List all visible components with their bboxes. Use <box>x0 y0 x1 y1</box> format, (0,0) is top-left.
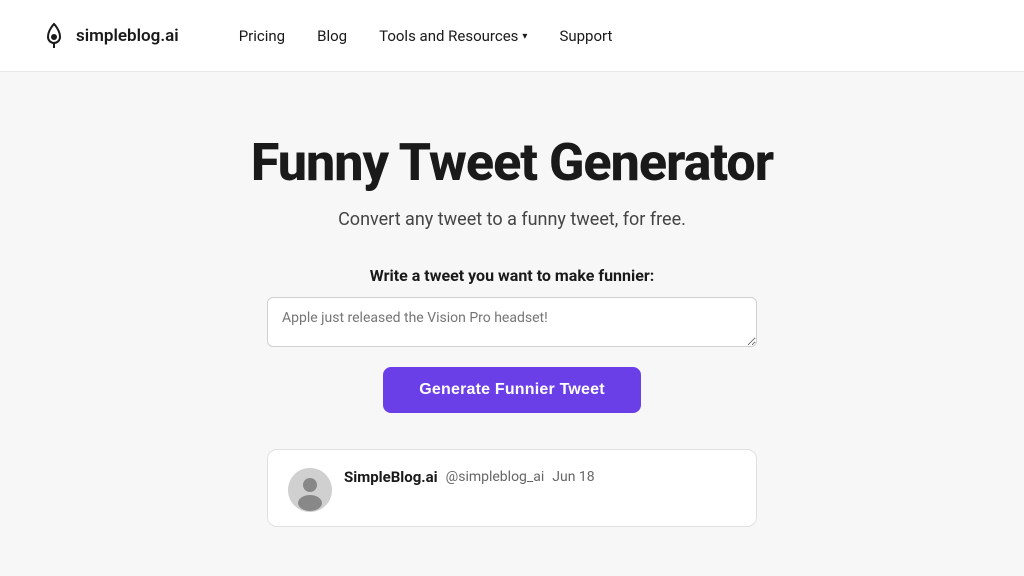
hero-subtitle: Convert any tweet to a funny tweet, for … <box>338 209 686 230</box>
nav-dropdown-label: Tools and Resources <box>379 27 518 45</box>
form-section: Write a tweet you want to make funnier: … <box>0 266 1024 449</box>
nav-dropdown-tools[interactable]: Tools and Resources ▾ <box>379 27 527 45</box>
logo-link[interactable]: simpleblog.ai <box>40 22 179 50</box>
page-title: Funny Tweet Generator <box>251 132 773 193</box>
tweet-card-preview: SimpleBlog.ai @simpleblog_ai Jun 18 <box>267 449 757 527</box>
generate-button[interactable]: Generate Funnier Tweet <box>383 367 640 413</box>
tweet-info: SimpleBlog.ai @simpleblog_ai Jun 18 <box>344 468 595 486</box>
tweet-handle: @simpleblog_ai <box>446 469 545 485</box>
nav-link-pricing[interactable]: Pricing <box>239 27 285 45</box>
tweet-author-name: SimpleBlog.ai <box>344 468 438 486</box>
main-content: Funny Tweet Generator Convert any tweet … <box>0 72 1024 527</box>
logo-icon <box>40 22 68 50</box>
chevron-down-icon: ▾ <box>522 31 527 42</box>
nav-link-support[interactable]: Support <box>559 27 612 45</box>
form-label: Write a tweet you want to make funnier: <box>370 266 654 285</box>
logo-text: simpleblog.ai <box>76 26 179 46</box>
navbar: simpleblog.ai Pricing Blog Tools and Res… <box>0 0 1024 72</box>
nav-link-blog[interactable]: Blog <box>317 27 347 45</box>
tweet-author-row: SimpleBlog.ai @simpleblog_ai Jun 18 <box>344 468 595 486</box>
avatar <box>288 468 332 512</box>
nav-links: Pricing Blog Tools and Resources ▾ Suppo… <box>239 26 613 45</box>
tweet-input[interactable] <box>267 297 757 347</box>
tweet-date: Jun 18 <box>552 469 594 485</box>
